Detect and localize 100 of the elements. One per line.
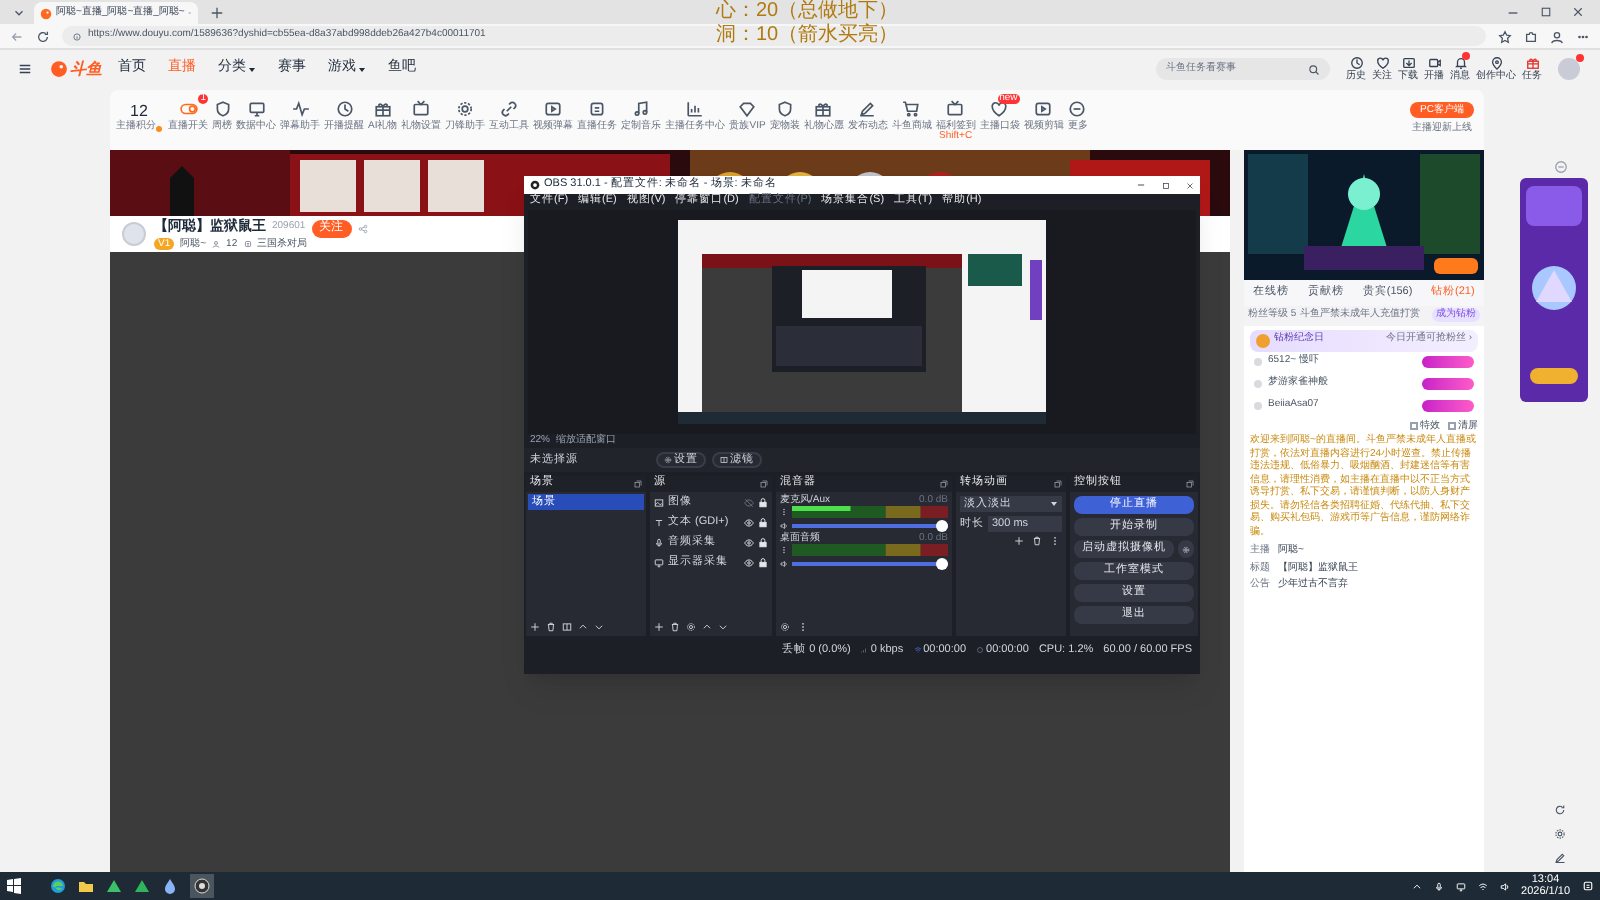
settings-button[interactable]: [1178, 540, 1194, 558]
fish-logo-icon: [50, 60, 68, 78]
browser-icon[interactable]: [50, 878, 66, 894]
play-icon: [544, 99, 563, 117]
gift-icon: [814, 99, 833, 117]
close-icon[interactable]: [1572, 6, 1584, 18]
undock-icon[interactable]: [1186, 480, 1194, 488]
diamond-icon: [738, 99, 757, 117]
refresh-icon[interactable]: [1554, 804, 1566, 816]
download-icon: [1401, 56, 1415, 70]
maximize-icon[interactable]: [1540, 6, 1552, 18]
volume-icon[interactable]: [1499, 881, 1510, 891]
gear-icon: [1182, 545, 1190, 553]
notification-icon[interactable]: [1582, 880, 1594, 892]
taskbar-app[interactable]: [190, 874, 214, 898]
display-icon[interactable]: [1455, 881, 1466, 891]
down-icon[interactable]: [594, 622, 604, 632]
chevron-icon[interactable]: [12, 5, 26, 19]
lock-icon[interactable]: [758, 497, 768, 507]
filter-icon[interactable]: [562, 622, 572, 632]
volume-icon[interactable]: [780, 560, 788, 568]
gear-icon: [456, 99, 475, 117]
volume-icon[interactable]: [780, 522, 788, 530]
drop-icon[interactable]: [162, 878, 178, 894]
lock-icon[interactable]: [758, 537, 768, 547]
minus-circle-icon: [1068, 99, 1087, 117]
eye-icon[interactable]: [744, 517, 754, 527]
chart-icon: [686, 99, 705, 117]
fan-badge-icon: [1422, 400, 1474, 412]
rank-icon: [1254, 402, 1262, 410]
folder-icon[interactable]: [78, 878, 94, 894]
close-icon[interactable]: [1186, 181, 1194, 189]
microphone-icon: [654, 537, 664, 547]
extensions-icon[interactable]: [1524, 29, 1538, 43]
site-info-icon: [72, 31, 82, 41]
heart-icon: [990, 99, 1009, 117]
reload-icon[interactable]: [36, 29, 50, 43]
lock-icon[interactable]: [758, 517, 768, 527]
link-icon: [500, 99, 519, 117]
bell-icon: [1453, 56, 1467, 70]
music-icon: [632, 99, 651, 117]
monitor-icon: [247, 99, 265, 117]
grid-logo-icon[interactable]: [6, 878, 22, 894]
edit-icon[interactable]: [1554, 852, 1566, 864]
tv-icon: [412, 99, 431, 117]
camera-icon: [1427, 56, 1441, 70]
wave-icon: [291, 99, 309, 117]
tv-icon: [946, 99, 965, 117]
eye-off-icon[interactable]: [744, 497, 754, 507]
gift-icon: [373, 99, 392, 117]
fish-icon: [40, 7, 52, 19]
favorite-icon[interactable]: [1498, 29, 1512, 43]
shield-icon: [213, 99, 231, 117]
slider-thumb[interactable]: [936, 558, 948, 570]
caret-icon: [1050, 500, 1058, 508]
undock-icon[interactable]: [1054, 480, 1062, 488]
gear-icon[interactable]: [686, 622, 696, 632]
lock-icon[interactable]: [758, 557, 768, 567]
eye-icon[interactable]: [744, 537, 754, 547]
heart-icon: [1375, 56, 1389, 70]
microphone-icon[interactable]: [1433, 881, 1444, 891]
trash-icon[interactable]: [1032, 536, 1042, 547]
menu-icon[interactable]: [18, 62, 32, 76]
eye-icon[interactable]: [744, 557, 754, 567]
score-value: 12: [130, 104, 148, 121]
play-icon: [1034, 99, 1053, 117]
network-icon[interactable]: [1477, 881, 1488, 891]
up-icon[interactable]: [578, 622, 588, 632]
filter-icon: [720, 456, 728, 464]
down-icon[interactable]: [718, 622, 728, 632]
undock-icon[interactable]: [634, 480, 642, 488]
undock-icon[interactable]: [940, 480, 948, 488]
trash-icon[interactable]: [546, 622, 556, 632]
clock-icon: [1349, 56, 1363, 70]
settings-icon[interactable]: [1554, 828, 1566, 840]
fan-badge-icon: [1422, 356, 1474, 368]
shield-icon: [775, 99, 794, 117]
record-icon: [976, 646, 985, 654]
monitor-icon: [654, 557, 664, 567]
crown-icon: [1256, 333, 1270, 347]
add-icon[interactable]: [1014, 536, 1024, 547]
toggle-icon: [179, 99, 197, 117]
undock-icon[interactable]: [760, 480, 768, 488]
trash-icon[interactable]: [670, 622, 680, 632]
fan-badge-icon: [1422, 378, 1474, 390]
viewers-icon: [212, 239, 221, 247]
avatar: [122, 222, 146, 246]
gear-icon[interactable]: [780, 622, 790, 632]
rank-icon: [1254, 358, 1262, 366]
pin-icon: [1489, 56, 1503, 70]
new-tab-icon[interactable]: [210, 5, 224, 19]
add-icon[interactable]: [654, 622, 664, 632]
avatar[interactable]: [1558, 58, 1580, 80]
up-icon[interactable]: [702, 622, 712, 632]
profile-icon[interactable]: [1550, 29, 1564, 43]
overlay-text: 洞：10（箭水买亮）: [716, 24, 899, 48]
slider-thumb[interactable]: [936, 520, 948, 532]
maximize-icon[interactable]: [1162, 181, 1170, 189]
search-icon[interactable]: [1308, 63, 1320, 75]
add-icon[interactable]: [530, 622, 540, 632]
